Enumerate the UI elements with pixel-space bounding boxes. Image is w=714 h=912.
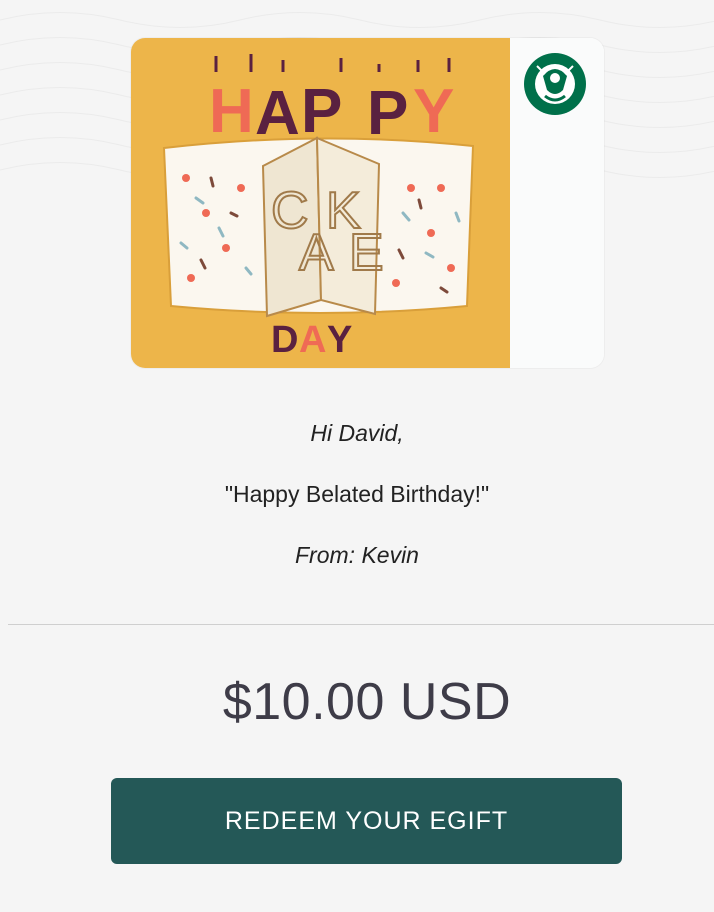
svg-text:Y: Y: [327, 319, 352, 361]
starbucks-siren-icon: [524, 53, 586, 115]
svg-text:A: A: [299, 319, 326, 361]
greeting-text: Hi David,: [310, 420, 404, 446]
happy-letters: H A P P Y: [209, 77, 454, 148]
svg-text:P: P: [367, 79, 408, 148]
card-brand-strip: [510, 38, 604, 368]
svg-text:E: E: [349, 224, 384, 282]
day-letters: D A Y: [271, 319, 352, 361]
svg-text:H: H: [209, 77, 254, 146]
egift-page: H A P P Y C A K E D A Y Hi David, "Happy…: [0, 0, 714, 912]
redeem-egift-button[interactable]: REDEEM YOUR EGIFT: [111, 778, 622, 864]
gift-amount: $10.00 USD: [222, 673, 512, 731]
sender-text: From: Kevin: [295, 542, 419, 568]
svg-text:D: D: [271, 319, 298, 361]
svg-text:A: A: [255, 79, 300, 148]
gift-note-text: "Happy Belated Birthday!": [224, 481, 490, 507]
divider: [8, 624, 714, 625]
svg-text:P: P: [301, 77, 342, 146]
cake-artwork: H A P P Y C A K E D A Y: [131, 38, 510, 368]
gift-card-image: H A P P Y C A K E D A Y: [131, 38, 604, 368]
svg-text:Y: Y: [413, 77, 454, 146]
